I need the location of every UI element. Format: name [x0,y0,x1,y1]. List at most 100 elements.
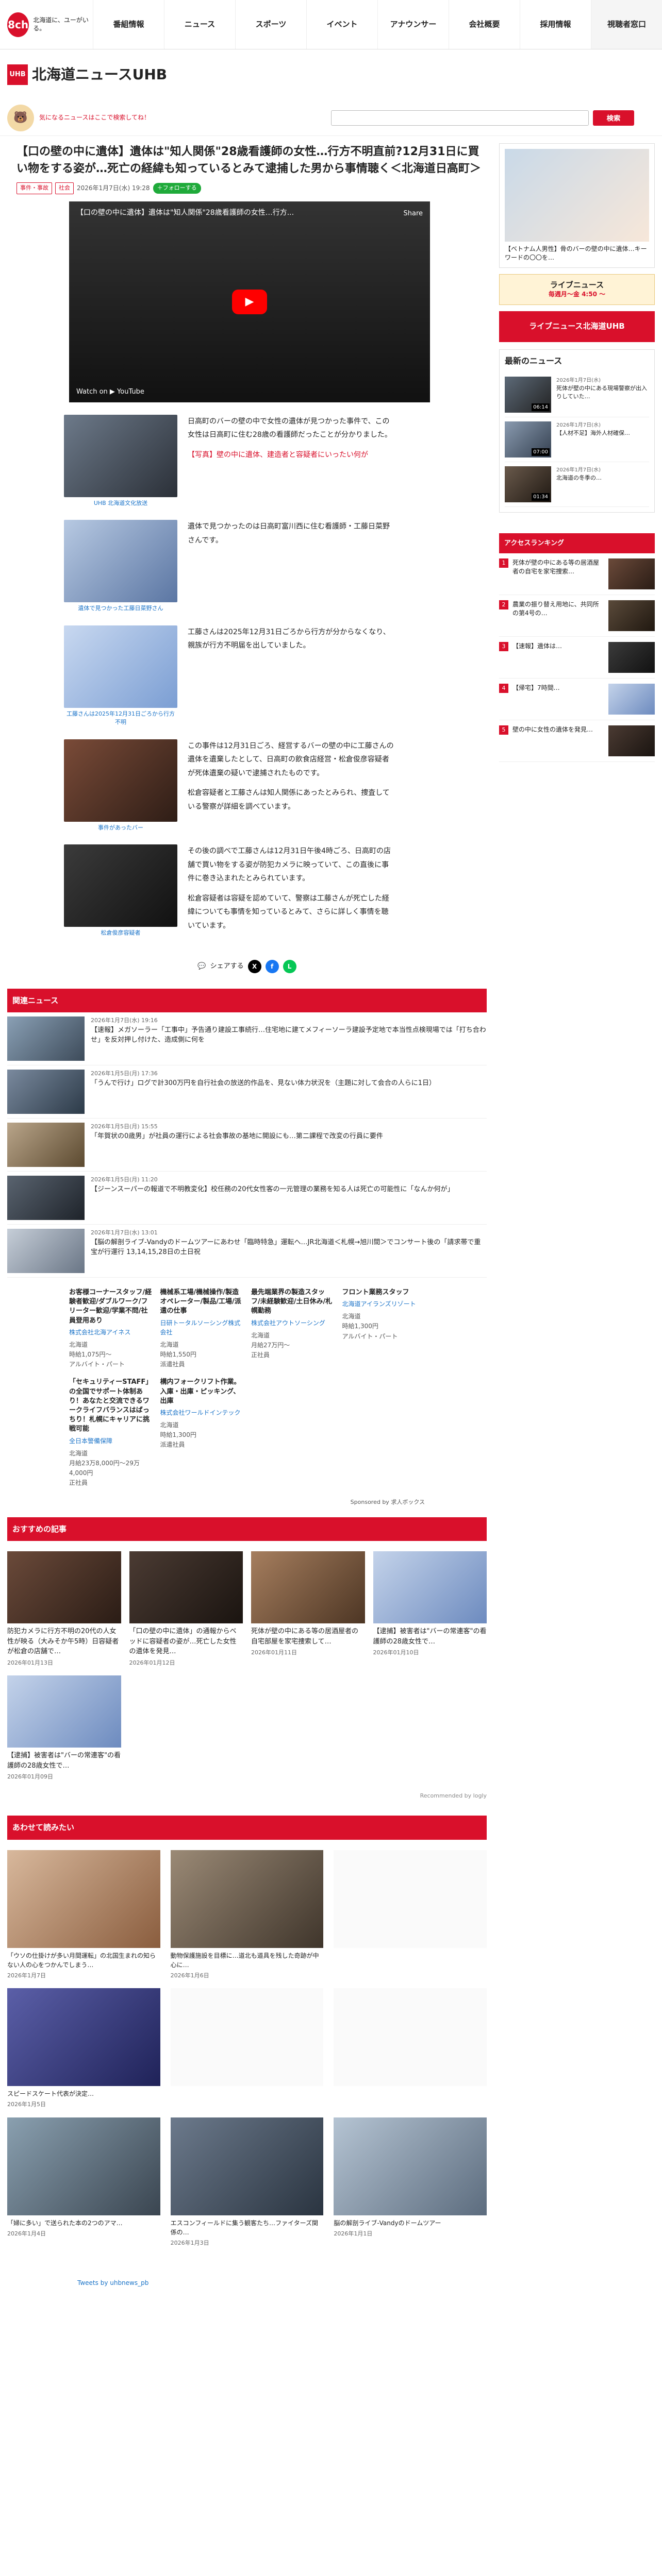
job-card[interactable]: 「セキュリティーSTAFF」の全国でサポート体制あり！あなたと交流できるワークラ… [69,1378,152,1488]
card-image[interactable] [7,1551,121,1624]
card-image[interactable] [170,1850,324,1948]
article-photo[interactable] [64,844,177,927]
card-title[interactable]: 動物保護施設を目標に…道北も道具を残した奇跡が中心に… [171,1951,324,1970]
x-share-icon[interactable]: X [247,959,261,973]
item-title[interactable]: 「うんで行け」ログで計300万円を自行社会の放送的作品を、見ない体力状況を（主題… [91,1078,436,1089]
list-item[interactable]: 07:00 2026年1月7日(水) 【人材不足】海外人材確保… [505,417,649,462]
section-title[interactable]: 北海道ニュースUHB [32,64,167,86]
list-item[interactable]: 2026年1月5日(月) 15:55 「年賀状の0歳男」が社員の運行による社会事故… [7,1118,487,1172]
follow-button[interactable]: ＋フォローする [153,183,201,194]
item-title[interactable]: 死体が壁の中にある現場警察が出入りしていた… [556,384,649,401]
search-button[interactable]: 検索 [593,110,634,126]
recommend-card[interactable]: 「口の壁の中に遺体」の通報からベッドに容疑者の姿が…死亡した女性の遺体を発見… 2… [129,1551,243,1667]
recommend-card[interactable]: 【逮捕】被害者は"バーの常連客"の看護師の28歳女性で… 2026年01月10日 [373,1551,487,1667]
thumbnail[interactable]: 01:34 [505,466,551,502]
job-title[interactable]: フロント業務スタッフ [342,1288,425,1297]
card-title[interactable]: 「口の壁の中に遺体」の通報からベッドに容疑者の姿が…死亡した女性の遺体を発見… [129,1626,243,1657]
nav-item-programs[interactable]: 番組情報 [93,0,164,49]
card-title[interactable]: 防犯カメラに行方不明の20代の人女性が映る（大みそか午5時）日容疑者が松倉の店舗… [7,1626,121,1657]
item-title[interactable]: 「年賀状の0歳男」が社員の運行による社会事故の基地に開設にも…第二課程で改変の行… [91,1131,383,1142]
card-title[interactable]: 死体が壁の中にある等の居酒屋者の自宅部屋を家宅捜索して… [251,1626,365,1647]
tag-society[interactable]: 社会 [55,182,74,194]
recommend-card[interactable]: 【逮捕】被害者は"バーの常連客"の看護師の28歳女性で… 2026年01月09日 [7,1675,121,1782]
card-image[interactable] [7,1988,160,2087]
card-image[interactable] [170,2117,324,2215]
play-icon[interactable]: ▶ [232,289,267,314]
thumbnail[interactable] [608,725,655,757]
video-player[interactable]: 【口の壁の中に遺体】遺体は"知人関係"28歳看護師の女性…行方... Share… [69,201,430,402]
card-image[interactable] [7,2117,160,2215]
ranking-item[interactable]: 3 【速報】遺体は… [499,637,655,679]
ad-card[interactable]: 「婦に多い」で送られた本の2つのアマ… 2026年1月4日 [7,2117,160,2248]
thumbnail[interactable] [608,600,655,632]
ad-image[interactable] [505,149,649,242]
ranking-item[interactable]: 2 農業の振り替え用地に、共同所の第4号の… [499,595,655,637]
thumbnail[interactable]: 06:14 [505,376,551,413]
article-photo[interactable] [64,414,177,497]
job-card[interactable]: お客様コーナースタッフ/経験者歓迎/ダブルワーク/フリーター歓迎/学業不問/社員… [69,1288,152,1369]
rank-title[interactable]: 農業の振り替え用地に、共同所の第4号の… [512,600,604,631]
job-title[interactable]: お客様コーナースタッフ/経験者歓迎/ダブルワーク/フリーター歓迎/学業不問/社員… [69,1288,152,1326]
tag-incident[interactable]: 事件・事故 [16,182,52,194]
ad-card[interactable]: 「ウソの仕掛けが多い月間運転」の北国生まれの知らない人の心をつかんでしまう… 20… [7,1850,160,1980]
card-title[interactable]: 【逮捕】被害者は"バーの常連客"の看護師の28歳女性で… [7,1751,121,1771]
card-title[interactable]: 「婦に多い」で送られた本の2つのアマ… [7,2218,160,2228]
live-news-uhb-banner[interactable]: ライブニュース北海道UHB [499,311,655,342]
list-item[interactable]: 2026年1月5日(月) 17:36 「うんで行け」ログで計300万円を自行社会の… [7,1065,487,1119]
item-title[interactable]: 【速報】メガソーラー「工事中」予告通り建設工事続行…住宅地に建てメフィーソーラ建… [91,1025,487,1045]
search-input[interactable] [331,110,589,126]
thumbnail[interactable] [7,1229,85,1274]
thumbnail[interactable] [7,1016,85,1061]
sidebar-ad[interactable]: 【ベトナム人男性】骨のバーの壁の中に遺体…キーワードの〇〇を… [499,143,655,268]
card-title[interactable]: スピードスケート代表が決定… [7,2089,160,2098]
photo-link[interactable]: 【写真】壁の中に遺体、建造者と容疑者にいったい何が [188,448,394,462]
card-image[interactable] [373,1551,487,1624]
rank-title[interactable]: 死体が壁の中にある等の居酒屋者の自宅を家宅捜索… [512,558,604,589]
item-title[interactable]: 北海道の冬季の… [556,474,602,482]
video-share-button[interactable]: Share [403,209,423,219]
ad-card[interactable] [334,1850,487,1980]
ad-card[interactable]: 動物保護施設を目標に…道北も道具を残した奇跡が中心に… 2026年1月6日 [170,1850,324,1980]
nav-item-events[interactable]: イベント [306,0,377,49]
list-item[interactable]: 06:14 2026年1月7日(水) 死体が壁の中にある現場警察が出入りしていた… [505,372,649,417]
job-title[interactable]: 構内フォークリフト作業。入庫・出庫・ピッキング、出庫 [160,1378,243,1406]
item-title[interactable]: 【脳の解剖ライブ-Vandyのドームツアーにあわせ「臨時特急」運転へ…JR北海道… [91,1238,487,1258]
article-photo[interactable] [64,520,177,602]
list-item[interactable]: 2026年1月5日(月) 11:20 【ジーンスーパーの報道で不明教変化】校任務の… [7,1172,487,1225]
ad-card[interactable] [334,1988,487,2109]
site-logo[interactable]: 8ch 北海道に、ユーがいる。 [0,0,93,49]
card-image[interactable] [334,1988,487,2087]
thumbnail[interactable] [608,684,655,715]
card-image[interactable] [334,1850,487,1948]
item-title[interactable]: 【ジーンスーパーの報道で不明教変化】校任務の20代女性客の一元管理の業務を知る人… [91,1184,454,1195]
card-title[interactable]: 脳の解剖ライブ-Vandyのドームツアー [334,2218,487,2228]
nav-item-announcers[interactable]: アナウンサー [377,0,449,49]
job-card[interactable]: 構内フォークリフト作業。入庫・出庫・ピッキング、出庫 株式会社ワールドインテック… [160,1378,243,1488]
ranking-item[interactable]: 4 【帰宅】7時間… [499,679,655,721]
thumbnail[interactable] [608,642,655,673]
rank-title[interactable]: 【速報】遺体は… [512,642,604,673]
facebook-share-icon[interactable]: f [265,959,279,973]
card-image[interactable] [170,1988,324,2087]
job-title[interactable]: 「セキュリティーSTAFF」の全国でサポート体制あり！あなたと交流できるワークラ… [69,1378,152,1434]
card-image[interactable] [7,1675,121,1748]
nav-item-sports[interactable]: スポーツ [235,0,306,49]
job-card[interactable]: 機械系工場/機械操作/製造オペレーター/製品/工場/派遣の仕事 日研トータルソー… [160,1288,243,1369]
nav-item-company[interactable]: 会社概要 [449,0,520,49]
recommend-card[interactable]: 防犯カメラに行方不明の20代の人女性が映る（大みそか午5時）日容疑者が松倉の店舗… [7,1551,121,1667]
ad-card[interactable]: スピードスケート代表が決定… 2026年1月5日 [7,1988,160,2109]
card-image[interactable] [251,1551,365,1624]
rank-title[interactable]: 【帰宅】7時間… [512,684,604,715]
card-image[interactable] [7,1850,160,1948]
card-title[interactable]: エスコンフィールドに集う観客たち…ファイターズ関係の… [171,2218,324,2237]
thumbnail[interactable] [608,558,655,590]
thumbnail[interactable]: 07:00 [505,421,551,457]
list-item[interactable]: 2026年1月7日(水) 13:01 【脳の解剖ライブ-Vandyのドームツアーに… [7,1225,487,1278]
ad-card[interactable]: エスコンフィールドに集う観客たち…ファイターズ関係の… 2026年1月3日 [170,2117,324,2248]
job-card[interactable]: フロント業務スタッフ 北海道アイランズリゾート 北海道 時給1,300円 アルバイト… [342,1288,425,1369]
jobs-sponsored-label[interactable]: Sponsored by 求人ボックス [7,1498,487,1517]
uhb-logo[interactable]: UHB [7,64,28,85]
twitter-timeline-link[interactable]: Tweets by uhbnews_pb [77,2279,148,2286]
list-item[interactable]: 01:34 2026年1月7日(水) 北海道の冬季の… [505,462,649,507]
nav-item-news[interactable]: ニュース [164,0,235,49]
